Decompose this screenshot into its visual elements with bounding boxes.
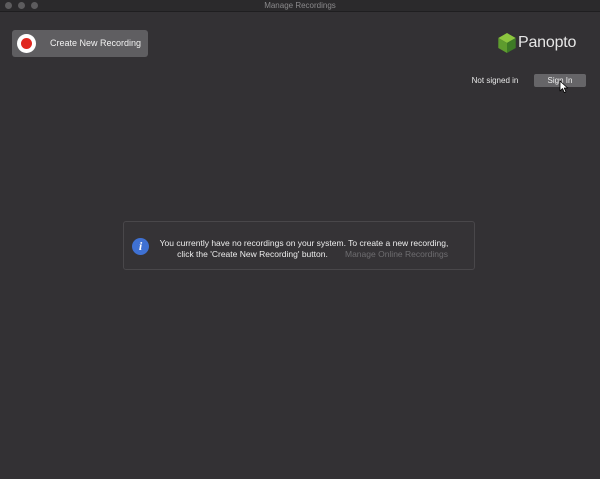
mouse-pointer-icon	[559, 80, 568, 93]
title-bar: Manage Recordings	[0, 0, 600, 12]
create-new-recording-button[interactable]: Create New Recording	[12, 30, 148, 57]
empty-state-panel: i You currently have no recordings on yo…	[123, 221, 475, 270]
window-title: Manage Recordings	[264, 1, 336, 10]
create-new-recording-label: Create New Recording	[49, 38, 142, 48]
panopto-logo: Panopto	[497, 32, 587, 54]
manage-online-recordings-link[interactable]: Manage Online Recordings	[345, 248, 448, 260]
empty-state-message-line2: click the 'Create New Recording' button.	[177, 249, 328, 259]
panopto-logo-text: Panopto	[518, 34, 577, 51]
panopto-logo-icon	[498, 33, 516, 53]
sign-in-status: Not signed in	[471, 76, 519, 85]
record-icon	[17, 34, 36, 53]
info-icon: i	[132, 238, 149, 255]
